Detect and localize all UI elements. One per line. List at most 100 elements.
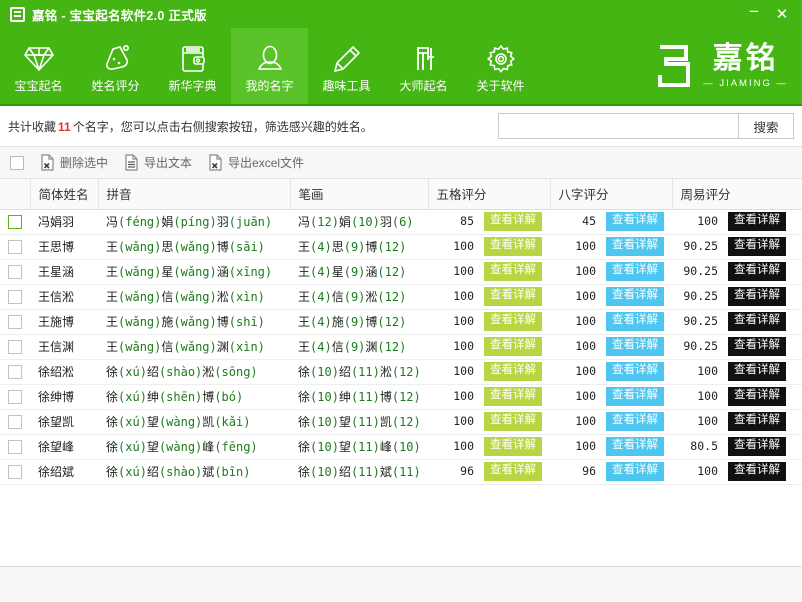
- wuge-detail-button[interactable]: 查看详解: [484, 337, 542, 356]
- wuge-detail-button[interactable]: 查看详解: [484, 462, 542, 481]
- row-checkbox-cell[interactable]: [0, 359, 30, 385]
- row-checkbox-cell[interactable]: [0, 259, 30, 285]
- cell-wuge-score: 100 查看详解: [428, 434, 550, 460]
- cell-zhouyi-score-value: 80.5: [690, 438, 718, 453]
- table-row[interactable]: 徐绍斌 徐(xú)绍(shào)斌(bīn) 徐(10)绍(11)斌(11) 96 查看…: [0, 459, 802, 485]
- cell-simplified-name: 王信淞: [30, 284, 98, 310]
- wuge-detail-button[interactable]: 查看详解: [484, 212, 542, 231]
- zhouyi-detail-button[interactable]: 查看详解: [728, 337, 786, 356]
- search-button[interactable]: 搜索: [738, 113, 794, 139]
- bazi-detail-button[interactable]: 查看详解: [606, 312, 664, 331]
- zhouyi-detail-button[interactable]: 查看详解: [728, 287, 786, 306]
- nav-item-dictionary[interactable]: 新华字典: [154, 28, 231, 104]
- wuge-detail-button[interactable]: 查看详解: [484, 262, 542, 281]
- nav-item-about[interactable]: 关于软件: [462, 28, 539, 104]
- nav-item-master-naming[interactable]: 大师起名: [385, 28, 462, 104]
- row-checkbox[interactable]: [8, 289, 22, 304]
- table-row[interactable]: 徐绍淞 徐(xú)绍(shào)淞(sōng) 徐(10)绍(11)淞(12) 100…: [0, 359, 802, 385]
- bazi-detail-button[interactable]: 查看详解: [606, 362, 664, 381]
- table-row[interactable]: 冯娟羽 冯(féng)娟(píng)羽(juān) 冯(12)娟(10)羽(6) 85…: [0, 209, 802, 235]
- export-text-button[interactable]: 导出文本: [124, 154, 192, 171]
- cell-pinyin: 徐(xú)望(wàng)凯(kǎi): [98, 409, 290, 435]
- table-row[interactable]: 王信渊 王(wǎng)信(wǎng)渊(xìn) 王(4)信(9)渊(12) 100 查…: [0, 334, 802, 360]
- bazi-detail-button[interactable]: 查看详解: [606, 287, 664, 306]
- row-checkbox-cell[interactable]: [0, 284, 30, 310]
- cell-zhouyi-score: 100 查看详解: [672, 359, 802, 385]
- bazi-detail-button[interactable]: 查看详解: [606, 437, 664, 456]
- bazi-detail-button[interactable]: 查看详解: [606, 212, 664, 231]
- row-checkbox[interactable]: [8, 264, 22, 279]
- table-row[interactable]: 徐望凯 徐(xú)望(wàng)凯(kǎi) 徐(10)望(11)凯(12) 100 查…: [0, 409, 802, 435]
- nav-item-my-names[interactable]: 我的名字: [231, 28, 308, 104]
- row-checkbox[interactable]: [8, 364, 22, 379]
- nav-label-name-score: 姓名评分: [91, 79, 140, 93]
- zhouyi-detail-button[interactable]: 查看详解: [728, 237, 786, 256]
- wuge-detail-button[interactable]: 查看详解: [484, 287, 542, 306]
- search-box: 搜索: [498, 113, 794, 139]
- table-row[interactable]: 王信淞 王(wǎng)信(wǎng)淞(xìn) 王(4)信(9)淞(12) 100 查…: [0, 284, 802, 310]
- cell-strokes: 徐(10)绍(11)淞(12): [290, 359, 428, 385]
- row-checkbox[interactable]: [8, 214, 22, 229]
- nav-item-baby-naming[interactable]: 宝宝起名: [0, 28, 77, 104]
- cell-bazi-score-value: 100: [575, 438, 596, 453]
- row-checkbox-cell[interactable]: [0, 384, 30, 410]
- row-checkbox-cell[interactable]: [0, 459, 30, 485]
- cell-bazi-score: 100 查看详解: [550, 359, 672, 385]
- close-button[interactable]: ✕: [768, 2, 796, 26]
- zhouyi-detail-button[interactable]: 查看详解: [728, 387, 786, 406]
- cell-bazi-score-value: 100: [575, 388, 596, 403]
- bazi-detail-button[interactable]: 查看详解: [606, 262, 664, 281]
- zhouyi-detail-button[interactable]: 查看详解: [728, 312, 786, 331]
- cell-wuge-score: 100 查看详解: [428, 259, 550, 285]
- row-checkbox-cell[interactable]: [0, 409, 30, 435]
- search-input[interactable]: [498, 113, 738, 139]
- th-strokes: 笔画: [290, 179, 429, 210]
- minimize-button[interactable]: −: [740, 2, 768, 26]
- zhouyi-detail-button[interactable]: 查看详解: [728, 412, 786, 431]
- export-excel-button[interactable]: 导出excel文件: [208, 154, 304, 171]
- row-checkbox[interactable]: [8, 464, 22, 479]
- row-checkbox[interactable]: [8, 439, 22, 454]
- row-checkbox-cell[interactable]: [0, 309, 30, 335]
- zhouyi-detail-button[interactable]: 查看详解: [728, 362, 786, 381]
- table-row[interactable]: 王星涵 王(wǎng)星(wǎng)涵(xīng) 王(4)星(9)涵(12) 100…: [0, 259, 802, 285]
- table-row[interactable]: 王思博 王(wǎng)思(wǎng)博(sāi) 王(4)思(9)博(12) 100 查…: [0, 234, 802, 260]
- bazi-detail-button[interactable]: 查看详解: [606, 387, 664, 406]
- zhouyi-detail-button[interactable]: 查看详解: [728, 212, 786, 231]
- select-all-checkbox[interactable]: [10, 155, 24, 170]
- wuge-detail-button[interactable]: 查看详解: [484, 362, 542, 381]
- row-checkbox[interactable]: [8, 389, 22, 404]
- zhouyi-detail-button[interactable]: 查看详解: [728, 262, 786, 281]
- bazi-detail-button[interactable]: 查看详解: [606, 462, 664, 481]
- row-checkbox-cell[interactable]: [0, 209, 30, 235]
- row-checkbox[interactable]: [8, 414, 22, 429]
- bazi-detail-button[interactable]: 查看详解: [606, 237, 664, 256]
- cell-strokes: 王(4)思(9)博(12): [290, 234, 428, 260]
- table-row[interactable]: 徐绅博 徐(xú)绅(shēn)博(bó) 徐(10)绅(11)博(12) 100 查看…: [0, 384, 802, 410]
- nav-item-name-score[interactable]: 姓名评分: [77, 28, 154, 104]
- wuge-detail-button[interactable]: 查看详解: [484, 412, 542, 431]
- row-checkbox[interactable]: [8, 314, 22, 329]
- wuge-detail-button[interactable]: 查看详解: [484, 312, 542, 331]
- file-excel-icon: [208, 154, 223, 171]
- delete-selected-button[interactable]: 删除选中: [40, 154, 108, 171]
- cell-zhouyi-score-value: 90.25: [683, 338, 718, 353]
- wuge-detail-button[interactable]: 查看详解: [484, 437, 542, 456]
- row-checkbox-cell[interactable]: [0, 234, 30, 260]
- wuge-detail-button[interactable]: 查看详解: [484, 387, 542, 406]
- cell-pinyin: 王(wǎng)信(wǎng)渊(xìn): [98, 334, 290, 360]
- row-checkbox[interactable]: [8, 339, 22, 354]
- row-checkbox-cell[interactable]: [0, 434, 30, 460]
- zhouyi-detail-button[interactable]: 查看详解: [728, 437, 786, 456]
- zhouyi-detail-button[interactable]: 查看详解: [728, 462, 786, 481]
- table-row[interactable]: 徐望峰 徐(xú)望(wàng)峰(fēng) 徐(10)望(11)峰(10) 100…: [0, 434, 802, 460]
- wuge-detail-button[interactable]: 查看详解: [484, 237, 542, 256]
- row-checkbox-cell[interactable]: [0, 334, 30, 360]
- bazi-detail-button[interactable]: 查看详解: [606, 337, 664, 356]
- bazi-detail-button[interactable]: 查看详解: [606, 412, 664, 431]
- table-row[interactable]: 王施博 王(wǎng)施(wǎng)博(shī) 王(4)施(9)博(12) 100 查…: [0, 309, 802, 335]
- nav-item-fun-tools[interactable]: 趣味工具: [308, 28, 385, 104]
- row-checkbox[interactable]: [8, 239, 22, 254]
- action-toolbar: 删除选中 导出文本 导出excel文件: [0, 146, 802, 179]
- gear-icon: [486, 42, 516, 76]
